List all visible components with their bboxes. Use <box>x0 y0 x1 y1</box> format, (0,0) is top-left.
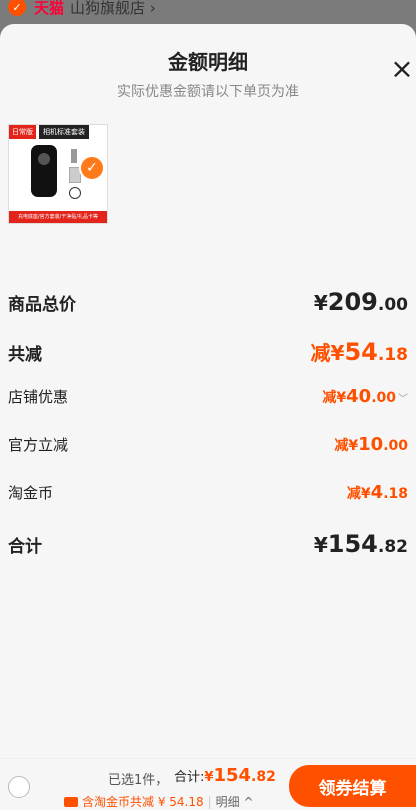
footer-total-label: 合计: <box>174 770 205 785</box>
footer-total: 合计:¥154.82 <box>174 765 276 786</box>
taojinbi-label: 淘金币 <box>8 484 54 502</box>
total-discount-dec: .18 <box>377 345 408 365</box>
official-discount-int: 10 <box>358 434 384 455</box>
grand-total-yuan: ¥ <box>313 533 328 557</box>
row-total-discount: 共减 减¥54.18 <box>8 337 408 366</box>
official-discount-value: 减¥10.00 <box>334 434 408 455</box>
selected-count: 已选1件， <box>108 773 169 788</box>
checkout-bar: 已选1件， 合计:¥154.82 含淘金币共减 ¥ 54.18 | 明细 ^ 领… <box>0 758 416 810</box>
taojinbi-value: 减¥4.18 <box>347 482 408 503</box>
taojinbi-prefix: 减¥ <box>346 486 371 502</box>
sheet-title: 金额明细 <box>168 50 248 74</box>
taojinbi-dec: .18 <box>383 486 408 502</box>
sheet-subtitle: 实际优惠金额请以下单页为准 <box>117 84 299 100</box>
tmall-label: 天猫 <box>34 0 65 17</box>
grand-total-label: 合计 <box>8 537 42 557</box>
shop-discount-label: 店铺优惠 <box>8 388 69 406</box>
shop-header[interactable]: ✓ 天猫 山狗旗舰店 › <box>0 0 416 22</box>
footer-discount[interactable]: 含淘金币共减 ¥ 54.18 | 明细 ^ <box>64 793 254 810</box>
selected-check-icon[interactable]: ✓ <box>79 155 105 181</box>
row-official-discount: 官方立减 减¥10.00 <box>8 434 408 455</box>
shop-discount-dec: .00 <box>371 390 396 406</box>
total-discount-int: 54 <box>344 338 378 366</box>
total-discount-prefix: 减¥ <box>310 341 345 365</box>
camera-image <box>31 145 57 197</box>
tag-daily: 日常版 <box>9 125 36 139</box>
row-subtotal: 商品总价 ¥209.00 <box>8 288 408 316</box>
chevron-down-icon[interactable]: ﹀ <box>398 394 408 405</box>
accessory-image <box>71 149 77 163</box>
official-discount-label: 官方立减 <box>8 436 69 454</box>
subtotal-label: 商品总价 <box>8 295 76 315</box>
select-all-radio[interactable] <box>8 776 30 798</box>
footer-total-dec: .82 <box>251 769 276 785</box>
tag-title: 相机标准套装 <box>39 125 89 139</box>
shop-discount-value: 减¥40.00 ﹀ <box>322 386 408 407</box>
checkout-button[interactable]: 领券结算 <box>289 765 416 807</box>
product-bottom-tags: 充电底座/官方套装/干净贴/礼品卡等 <box>9 211 107 223</box>
official-discount-dec: .00 <box>383 438 408 454</box>
grand-total-value: ¥154.82 <box>314 530 408 558</box>
coupon-ticket-icon <box>64 796 78 807</box>
subtotal-yuan: ¥ <box>313 291 328 315</box>
shop-name[interactable]: 山狗旗舰店 › <box>70 0 156 18</box>
subtotal-value: ¥209.00 <box>314 288 408 316</box>
footer-total-int: 154 <box>213 765 252 786</box>
close-icon[interactable]: × <box>390 55 414 83</box>
shop-check-icon[interactable]: ✓ <box>8 0 26 16</box>
shop-discount-int: 40 <box>346 386 372 407</box>
row-grand-total: 合计 ¥154.82 <box>8 530 408 558</box>
total-discount-label: 共减 <box>8 345 42 365</box>
official-discount-prefix: 减¥ <box>334 438 359 454</box>
total-discount-value: 减¥54.18 <box>311 337 408 366</box>
accessory-image <box>69 187 81 199</box>
subtotal-int: 209 <box>327 288 378 316</box>
footer-total-amount: ¥154.82 <box>204 765 276 786</box>
shop-discount-prefix: 减¥ <box>322 390 347 406</box>
grand-total-int: 154 <box>327 530 378 558</box>
taojinbi-int: 4 <box>370 482 384 503</box>
divider: | <box>207 794 212 809</box>
subtotal-dec: .00 <box>377 295 408 315</box>
footer-discount-text: 含淘金币共减 ¥ 54.18 <box>82 795 204 809</box>
detail-toggle[interactable]: 明细 ^ <box>216 793 254 810</box>
row-taojinbi: 淘金币 减¥4.18 <box>8 482 408 503</box>
row-shop-discount[interactable]: 店铺优惠 减¥40.00 ﹀ <box>8 386 408 407</box>
grand-total-dec: .82 <box>377 537 408 557</box>
